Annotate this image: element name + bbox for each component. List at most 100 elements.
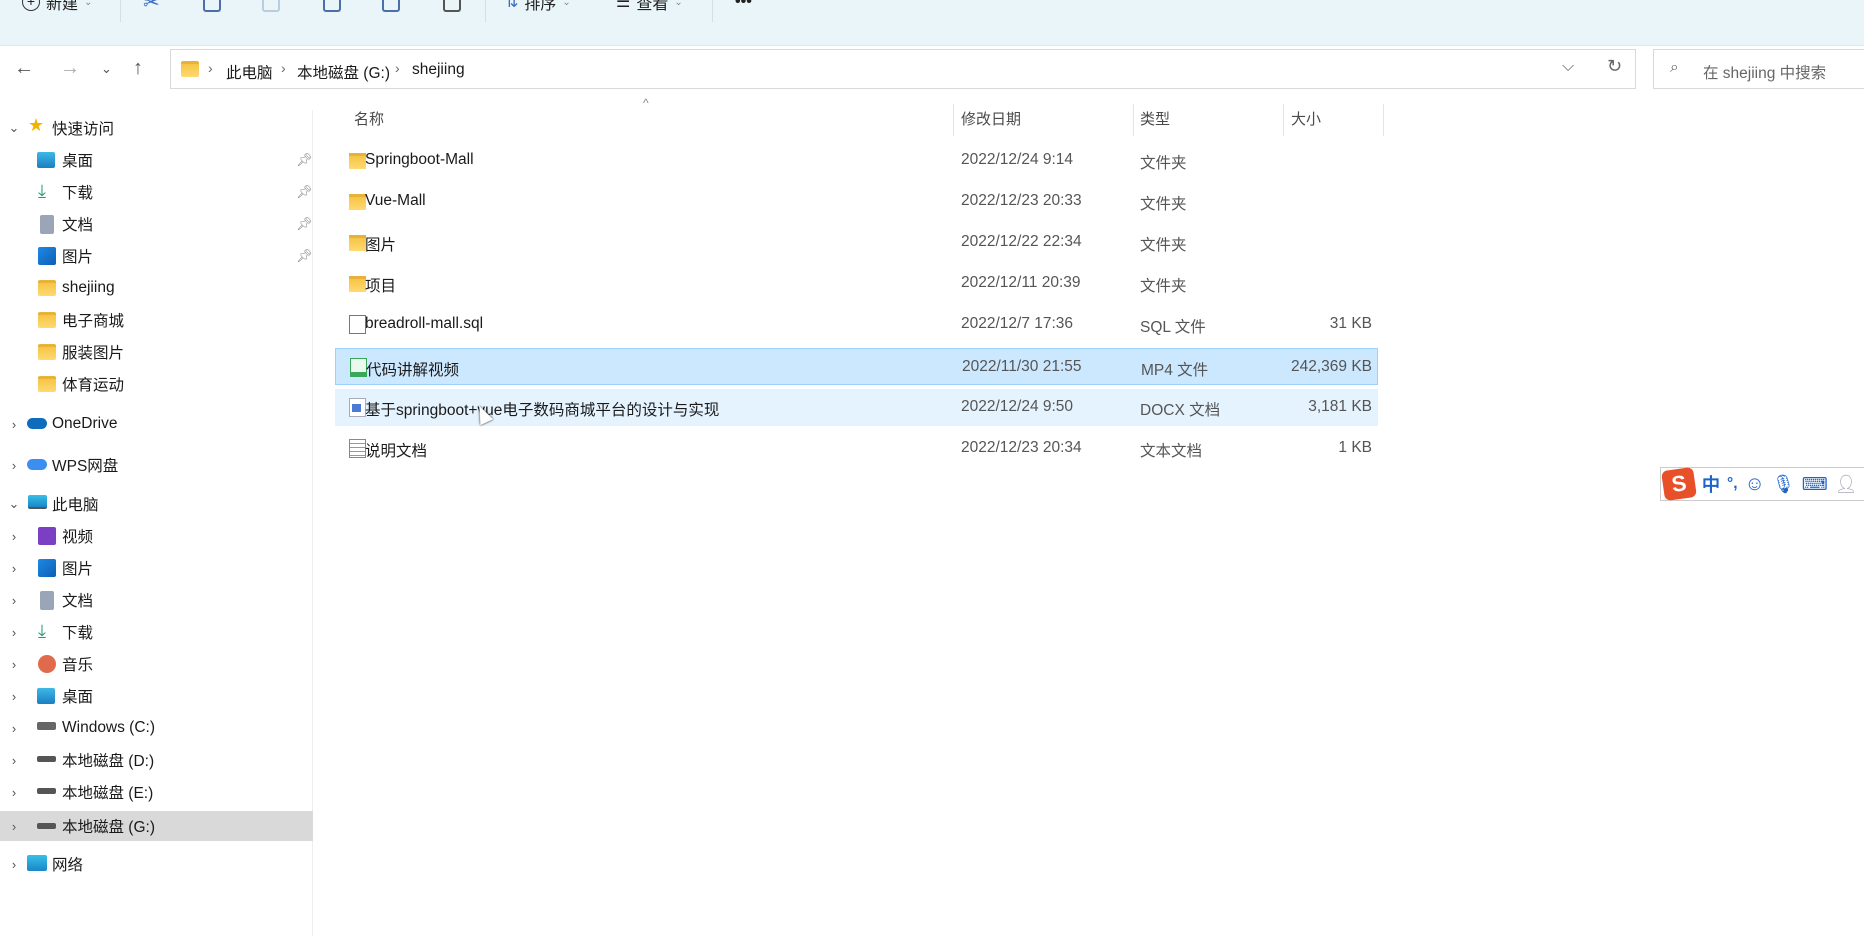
copy-icon[interactable] [203, 0, 221, 12]
ime-punctuation-toggle[interactable]: °, [1727, 475, 1738, 493]
more-options-button[interactable]: ••• [735, 0, 752, 14]
sidebar-item-downloads[interactable]: ⤓ 下载 📌︎ [0, 177, 313, 207]
sidebar-item-drive-e[interactable]: › 本地磁盘 (E:) [0, 777, 313, 807]
back-button[interactable]: ← [14, 57, 34, 80]
file-row[interactable]: 说明文档 2022/12/23 20:34 文本文档 1 KB [335, 430, 1378, 467]
sidebar-item-desktop[interactable]: 桌面 📌︎ [0, 145, 313, 175]
plus-icon: + [22, 0, 40, 11]
up-button[interactable]: ↑ [133, 57, 143, 80]
forward-button[interactable]: → [60, 57, 80, 80]
microphone-icon[interactable]: 🎙︎ [1772, 474, 1795, 495]
sidebar-item-downloads[interactable]: › ⤓ 下载 [0, 617, 313, 647]
chevron-right-icon[interactable]: › [8, 857, 20, 872]
chevron-right-icon[interactable]: › [8, 458, 20, 473]
search-box[interactable]: ⌕ 在 shejiing 中搜索 [1653, 49, 1864, 89]
sidebar-wps-drive[interactable]: › WPS网盘 [0, 450, 313, 480]
chevron-right-icon: › [281, 60, 286, 76]
file-row[interactable]: 基于springboot+vue电子数码商城平台的设计与实现 2022/12/24… [335, 389, 1378, 426]
desktop-icon [37, 152, 55, 168]
chevron-down-icon[interactable]: ⌄ [8, 496, 20, 512]
column-header-name[interactable]: 名称 [354, 108, 384, 129]
file-row-selected[interactable]: 代码讲解视频 2022/11/30 21:55 MP4 文件 242,369 KB [335, 348, 1378, 385]
breadcrumb-this-pc[interactable]: 此电脑 [226, 61, 273, 83]
file-row[interactable]: breadroll-mall.sql 2022/12/7 17:36 SQL 文件 3… [335, 306, 1378, 343]
folder-icon [181, 61, 199, 77]
sidebar-item-pictures[interactable]: 图片 📌︎ [0, 241, 313, 271]
chevron-right-icon[interactable]: › [8, 753, 20, 768]
file-row[interactable]: Springboot-Mall 2022/12/24 9:14 文件夹 [335, 142, 1378, 179]
file-row[interactable]: 项目 2022/12/11 20:39 文件夹 [335, 265, 1378, 302]
folder-icon [38, 280, 56, 296]
chevron-right-icon[interactable]: › [8, 593, 20, 608]
address-bar[interactable]: › 此电脑 › 本地磁盘 (G:) › shejiing ⌵ ↻ [170, 49, 1636, 89]
pin-icon[interactable]: 📌︎ [296, 216, 313, 232]
pin-icon[interactable]: 📌︎ [296, 184, 313, 200]
chevron-right-icon[interactable]: › [8, 819, 20, 834]
sidebar-item-documents[interactable]: › 文档 [0, 585, 313, 615]
star-icon: ★ [28, 115, 45, 135]
emoji-icon[interactable]: ☺ [1745, 473, 1765, 496]
sidebar-item-drive-g[interactable]: › 本地磁盘 (G:) [0, 811, 313, 841]
delete-icon[interactable] [443, 0, 461, 12]
ime-mode-toggle[interactable]: 中 [1702, 471, 1720, 497]
sidebar-item-folder[interactable]: 电子商城 [0, 305, 313, 335]
video-file-icon [350, 358, 367, 377]
column-header-type[interactable]: 类型 [1140, 108, 1170, 129]
chevron-right-icon[interactable]: › [8, 561, 20, 576]
sidebar-item-music[interactable]: › 音乐 [0, 649, 313, 679]
rename-icon[interactable] [323, 0, 341, 12]
chevron-right-icon[interactable]: › [8, 785, 20, 800]
share-icon[interactable] [382, 0, 400, 12]
sidebar-item-drive-d[interactable]: › 本地磁盘 (D:) [0, 745, 313, 775]
chevron-right-icon[interactable]: › [8, 657, 20, 672]
chevron-down-icon: ⌄ [84, 0, 93, 8]
chevron-right-icon[interactable]: › [8, 529, 20, 544]
sort-button[interactable]: ⇅ 排序 ⌄ [505, 0, 571, 14]
desktop-icon [37, 688, 55, 704]
sidebar-item-pictures[interactable]: › 图片 [0, 553, 313, 583]
view-button[interactable]: ☰ 查看 ⌄ [616, 0, 683, 14]
chevron-down-icon[interactable]: ⌄ [8, 120, 20, 136]
pin-icon[interactable]: 📌︎ [296, 152, 313, 168]
folder-icon [38, 312, 56, 328]
column-header-date[interactable]: 修改日期 [961, 108, 1021, 129]
chevron-down-icon: ⌄ [674, 0, 683, 8]
sidebar-item-documents[interactable]: 文档 📌︎ [0, 209, 313, 239]
new-button[interactable]: + 新建 ⌄ [22, 0, 92, 14]
folder-icon [349, 194, 366, 210]
command-bar: + 新建 ⌄ ✂ ⇅ 排序 ⌄ ☰ 查看 ⌄ ••• [0, 0, 1864, 46]
sidebar-this-pc[interactable]: ⌄ 此电脑 [0, 489, 313, 519]
sidebar-item-desktop[interactable]: › 桌面 [0, 681, 313, 711]
music-icon [38, 655, 56, 673]
breadcrumb-drive-g[interactable]: 本地磁盘 (G:) [297, 61, 390, 83]
chevron-right-icon[interactable]: › [8, 721, 20, 736]
cut-icon[interactable]: ✂ [143, 0, 161, 14]
ime-toolbar[interactable]: S 中 °, ☺ 🎙︎ ⌨ 👤︎ [1660, 466, 1864, 502]
file-row[interactable]: 图片 2022/12/22 22:34 文件夹 [335, 224, 1378, 261]
file-row[interactable]: Vue-Mall 2022/12/23 20:33 文件夹 [335, 183, 1378, 220]
chevron-right-icon[interactable]: › [8, 625, 20, 640]
sidebar-item-videos[interactable]: › 视频 [0, 521, 313, 551]
chevron-right-icon[interactable]: › [8, 417, 20, 432]
sidebar-quick-access[interactable]: ⌄ ★ 快速访问 [0, 113, 313, 143]
keyboard-icon[interactable]: ⌨ [1802, 474, 1828, 495]
download-icon: ⤓ [38, 621, 46, 641]
column-header-size[interactable]: 大小 [1291, 108, 1321, 129]
download-icon: ⤓ [38, 181, 46, 201]
recent-locations-button[interactable]: ⌄ [101, 61, 112, 77]
sidebar-network[interactable]: › 网络 [0, 849, 313, 879]
sidebar-item-folder[interactable]: 服装图片 [0, 337, 313, 367]
paste-icon[interactable] [262, 0, 280, 12]
chevron-right-icon[interactable]: › [8, 689, 20, 704]
sidebar-item-shejiing[interactable]: shejiing [0, 273, 313, 303]
sidebar-onedrive[interactable]: › OneDrive [0, 409, 313, 439]
user-icon[interactable]: 👤︎ [1835, 474, 1858, 495]
computer-icon [28, 495, 47, 509]
refresh-icon[interactable]: ↻ [1607, 56, 1622, 77]
sidebar-item-drive-c[interactable]: › Windows (C:) [0, 713, 313, 743]
sort-ascending-icon: ^ [643, 96, 649, 110]
pin-icon[interactable]: 📌︎ [296, 248, 313, 264]
sidebar-item-folder[interactable]: 体育运动 [0, 369, 313, 399]
address-dropdown-icon[interactable]: ⌵ [1562, 58, 1574, 76]
breadcrumb-shejiing[interactable]: shejiing [412, 61, 465, 79]
